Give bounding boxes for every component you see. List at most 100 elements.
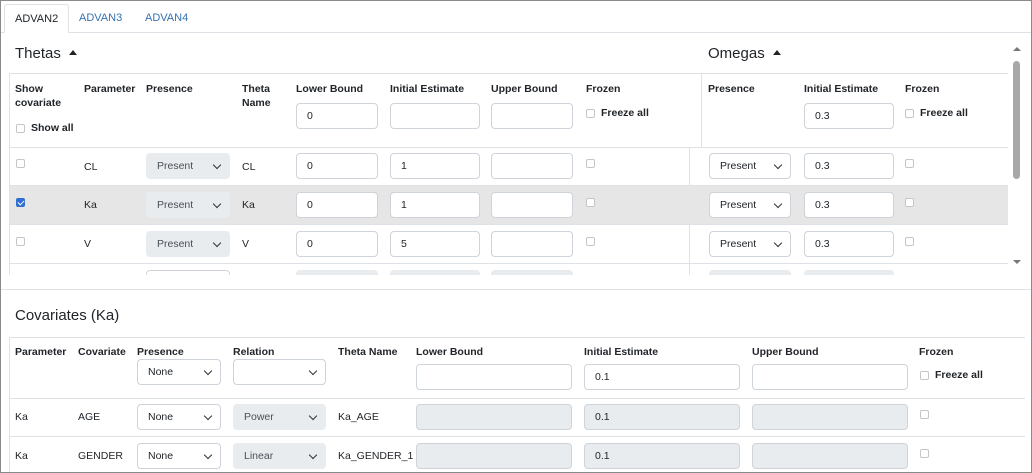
show-covariate-checkbox[interactable] bbox=[16, 159, 25, 168]
cov-all-initial-estimate-input[interactable]: 0.1 bbox=[584, 364, 740, 390]
presence-select[interactable]: Present bbox=[146, 153, 230, 179]
cov-relation-select[interactable]: Power bbox=[233, 404, 326, 430]
omega-all-initial-input[interactable]: 0.3 bbox=[804, 103, 894, 129]
presence-value: Present bbox=[157, 199, 194, 211]
initial-estimate-input[interactable]: 5 bbox=[390, 231, 480, 257]
omega-initial-input[interactable]: 0.3 bbox=[804, 192, 894, 218]
chevron-down-icon bbox=[212, 160, 222, 170]
cov-all-upper-bound-input[interactable] bbox=[752, 364, 908, 390]
chevron-down-icon bbox=[203, 450, 213, 460]
vertical-scrollbar[interactable] bbox=[1011, 44, 1023, 268]
omega-frozen-checkbox[interactable] bbox=[905, 237, 914, 246]
presence-value: Present bbox=[720, 160, 757, 172]
tab-advan2[interactable]: ADVAN2 bbox=[4, 4, 70, 33]
chevron-down-icon bbox=[203, 411, 213, 421]
chevron-down-icon bbox=[212, 238, 222, 248]
presence-select[interactable]: Present bbox=[146, 192, 230, 218]
freeze-all-covariates-checkbox[interactable] bbox=[920, 371, 929, 380]
omega-frozen-checkbox[interactable] bbox=[905, 198, 914, 207]
omega-presence-select[interactable]: Present bbox=[709, 153, 791, 179]
scroll-up-arrow-icon[interactable] bbox=[1013, 47, 1021, 51]
omega-initial-input[interactable]: 0.3 bbox=[804, 153, 894, 179]
cov-upper-bound-input[interactable] bbox=[752, 443, 908, 469]
omega-frozen-checkbox[interactable] bbox=[905, 159, 914, 168]
lower-bound-input[interactable] bbox=[296, 270, 378, 275]
cov-header-parameter: Parameter bbox=[15, 346, 67, 358]
cov-all-relation-select[interactable] bbox=[233, 359, 326, 385]
cov-initial-estimate-input[interactable]: 0.1 bbox=[584, 443, 740, 469]
all-lower-bound-input[interactable]: 0 bbox=[296, 103, 378, 129]
chevron-down-icon bbox=[212, 199, 222, 209]
model-tabs: ADVAN2 ADVAN3 ADVAN4 bbox=[1, 1, 1031, 33]
caret-up-icon bbox=[772, 50, 781, 56]
cov-presence-select[interactable]: None bbox=[137, 443, 221, 469]
cov-header-initial-estimate: Initial Estimate bbox=[584, 346, 659, 358]
freeze-all-thetas-checkbox[interactable] bbox=[586, 109, 595, 118]
chevron-down-icon bbox=[203, 366, 213, 376]
caret-up-icon bbox=[68, 50, 77, 56]
lower-bound-input[interactable]: 0 bbox=[296, 153, 378, 179]
table-left-border bbox=[9, 73, 10, 275]
row-border bbox=[9, 185, 1008, 186]
freeze-all-omegas-checkbox[interactable] bbox=[905, 109, 914, 118]
cov-parameter-cell: Ka bbox=[15, 411, 28, 423]
upper-bound-input[interactable] bbox=[491, 270, 573, 275]
frozen-checkbox[interactable] bbox=[586, 198, 595, 207]
omega-presence-select[interactable]: Present bbox=[709, 231, 791, 257]
cov-lower-bound-input[interactable] bbox=[416, 404, 572, 430]
header-parameter: Parameter bbox=[84, 83, 136, 95]
show-all-checkbox[interactable] bbox=[16, 124, 25, 133]
chevron-down-icon bbox=[308, 366, 318, 376]
omegas-title[interactable]: Omegas bbox=[708, 45, 781, 62]
frozen-checkbox[interactable] bbox=[586, 237, 595, 246]
cov-table-top-border bbox=[9, 337, 1025, 338]
presence-value: None bbox=[148, 450, 174, 462]
cov-header-covariate: Covariate bbox=[78, 346, 126, 358]
upper-bound-input[interactable] bbox=[491, 153, 573, 179]
cov-relation-select[interactable]: Linear bbox=[233, 443, 326, 469]
upper-bound-input[interactable] bbox=[491, 231, 573, 257]
relation-value: Power bbox=[244, 411, 274, 423]
cov-all-lower-bound-input[interactable] bbox=[416, 364, 572, 390]
cov-header-upper-bound: Upper Bound bbox=[752, 346, 819, 358]
cov-row-border bbox=[9, 436, 1025, 437]
cov-table-left-border bbox=[9, 337, 10, 472]
initial-estimate-input[interactable] bbox=[390, 270, 480, 275]
scrollbar-thumb[interactable] bbox=[1013, 61, 1020, 179]
table-top-border bbox=[9, 73, 1008, 74]
presence-select[interactable]: Present bbox=[146, 231, 230, 257]
cov-all-presence-select[interactable]: None bbox=[137, 359, 221, 385]
frozen-checkbox[interactable] bbox=[586, 159, 595, 168]
presence-value: None bbox=[148, 411, 174, 423]
tab-advan3[interactable]: ADVAN3 bbox=[69, 4, 132, 33]
initial-estimate-input[interactable]: 1 bbox=[390, 153, 480, 179]
thetas-title[interactable]: Thetas bbox=[15, 45, 77, 62]
cov-header-frozen: Frozen bbox=[919, 346, 954, 358]
omega-initial-input[interactable] bbox=[804, 270, 894, 275]
lower-bound-input[interactable]: 0 bbox=[296, 231, 378, 257]
parameter-cell: Ka bbox=[84, 199, 97, 211]
all-upper-bound-input[interactable] bbox=[491, 103, 573, 129]
presence-select[interactable] bbox=[146, 270, 230, 275]
cov-initial-estimate-input[interactable]: 0.1 bbox=[584, 404, 740, 430]
cov-frozen-checkbox[interactable] bbox=[920, 410, 929, 419]
chevron-down-icon bbox=[308, 450, 318, 460]
cov-lower-bound-input[interactable] bbox=[416, 443, 572, 469]
cov-presence-select[interactable]: None bbox=[137, 404, 221, 430]
show-covariate-checkbox-checked[interactable] bbox=[16, 198, 25, 207]
upper-bound-input[interactable] bbox=[491, 192, 573, 218]
all-initial-estimate-input[interactable] bbox=[390, 103, 480, 129]
omega-presence-select[interactable] bbox=[709, 270, 791, 275]
scroll-down-arrow-icon[interactable] bbox=[1013, 260, 1021, 264]
initial-estimate-input[interactable]: 1 bbox=[390, 192, 480, 218]
lower-bound-input[interactable]: 0 bbox=[296, 192, 378, 218]
omega-initial-input[interactable]: 0.3 bbox=[804, 231, 894, 257]
show-covariate-checkbox[interactable] bbox=[16, 237, 25, 246]
cov-upper-bound-input[interactable] bbox=[752, 404, 908, 430]
cov-frozen-checkbox[interactable] bbox=[920, 449, 929, 458]
tab-advan4[interactable]: ADVAN4 bbox=[135, 4, 198, 33]
presence-value: None bbox=[148, 366, 174, 378]
freeze-all-omegas-label: Freeze all bbox=[920, 107, 968, 119]
theta-name-cell: V bbox=[242, 238, 250, 250]
omega-presence-select[interactable]: Present bbox=[709, 192, 791, 218]
